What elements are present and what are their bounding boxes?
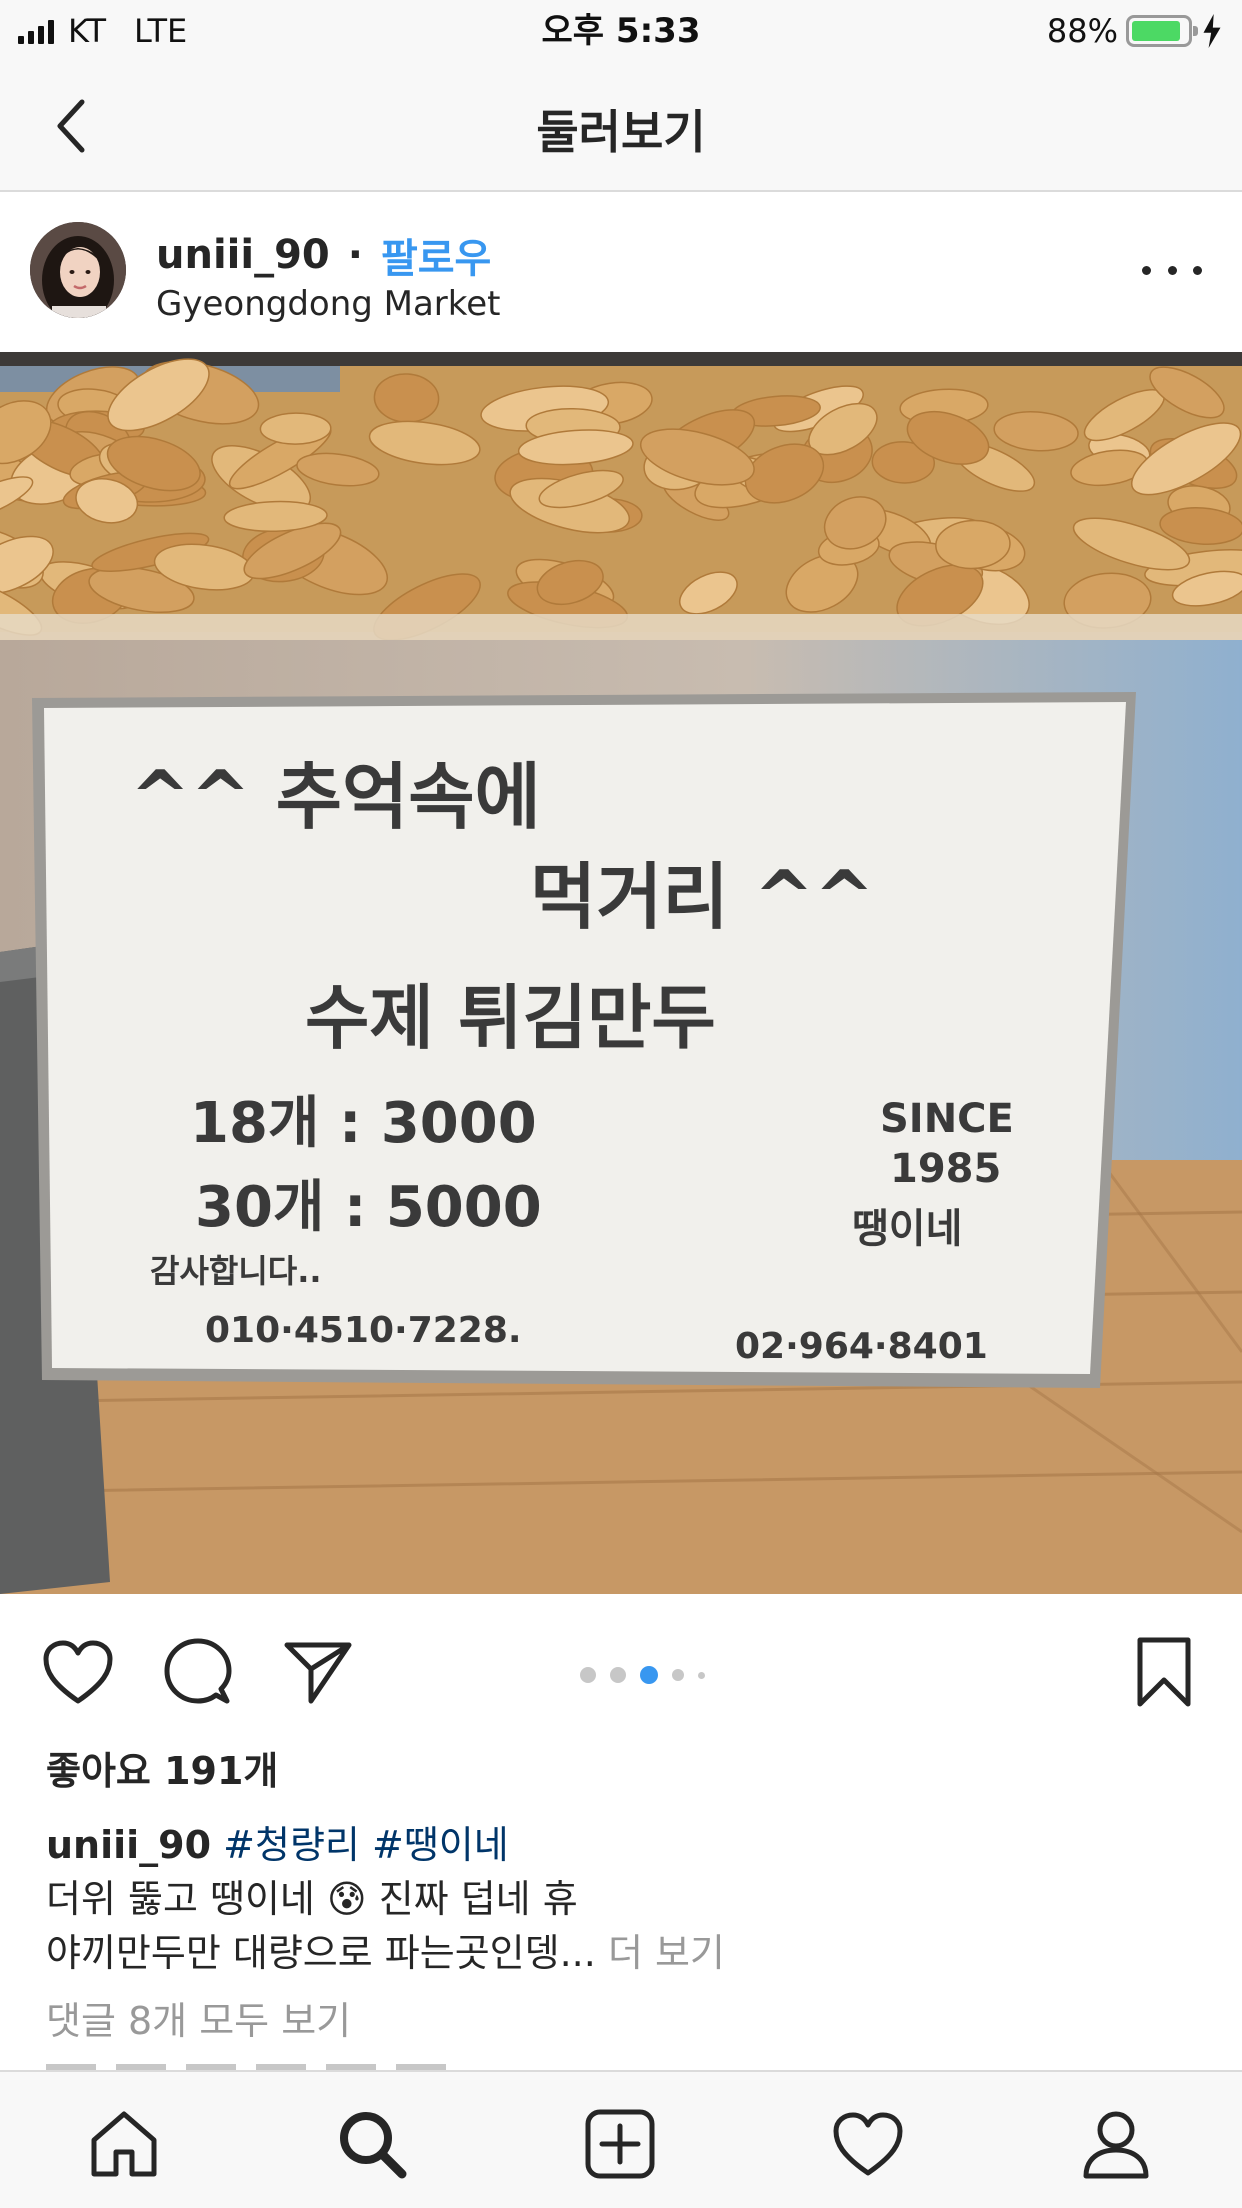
carousel-indicator [580, 1666, 705, 1684]
status-right: 88% [1047, 10, 1224, 52]
profile-icon [1083, 2111, 1149, 2179]
navigation-bar: 둘러보기 [0, 62, 1242, 192]
home-icon [91, 2111, 157, 2177]
add-post-icon [585, 2109, 655, 2179]
sign-line-3: 수제 튀김만두 [305, 977, 716, 1059]
separator-dot: · [347, 232, 363, 278]
save-button[interactable] [1122, 1630, 1206, 1714]
search-icon [340, 2112, 407, 2179]
sign-line-2: 먹거리 ^^ [530, 855, 874, 939]
tab-activity[interactable] [826, 2102, 910, 2186]
bookmark-icon [1137, 1637, 1191, 1707]
like-button[interactable] [36, 1630, 120, 1714]
likes-count[interactable]: 좋아요 191개 [46, 1740, 278, 1795]
tab-home[interactable] [82, 2102, 166, 2186]
photo-image: ^^ 추억속에 먹거리 ^^ 수제 튀김만두 18개 : 3000 30개 : … [0, 352, 1242, 1594]
post-location[interactable]: Gyeongdong Market [156, 284, 501, 324]
sign-line-10: 010·4510·7228. [205, 1310, 522, 1351]
share-button[interactable] [276, 1630, 360, 1714]
caption-text: 진짜 덥네 휴 [378, 1877, 578, 1921]
comment-bubble-icon [164, 1638, 232, 1704]
avatar-image [30, 222, 126, 318]
ellipsis-icon [1142, 265, 1151, 275]
battery-percent: 88% [1046, 12, 1118, 50]
sign-line-4: 18개 : 3000 [190, 1091, 537, 1156]
post-username[interactable]: uniii_90 [156, 232, 330, 278]
post-photo[interactable]: ^^ 추억속에 먹거리 ^^ 수제 튀김만두 18개 : 3000 30개 : … [0, 352, 1242, 1594]
emoji-sweat-icon: 😰 [326, 1877, 367, 1921]
follow-button[interactable]: 팔로우 [381, 226, 491, 284]
heart-icon [43, 1640, 113, 1704]
carousel-dot [580, 1667, 596, 1683]
charging-bolt-icon [1203, 14, 1221, 48]
comment-button[interactable] [156, 1630, 240, 1714]
caption-line-2: 더위 뚫고 땡이네 😰 진짜 덥네 휴 [46, 1868, 578, 1923]
hashtag-link[interactable]: #청량리 [223, 1823, 360, 1867]
action-bar [0, 1594, 1242, 1744]
hashtag-link[interactable]: #땡이네 [372, 1823, 509, 1867]
sign-line-1: ^^ 추억속에 [130, 755, 541, 839]
tab-search[interactable] [330, 2102, 414, 2186]
status-bar: KT LTE 오후 5:33 88% [0, 0, 1242, 62]
carousel-dot [698, 1671, 705, 1679]
battery-icon [1126, 15, 1198, 47]
sign-line-11: 02·964·8401 [735, 1326, 988, 1367]
sign-line-9: 감사합니다.. [150, 1252, 322, 1290]
username-row: uniii_90 · 팔로우 [156, 226, 491, 284]
sign-line-8: 땡이네 [852, 1206, 962, 1252]
caption-line-1: uniii_90 #청량리 #땡이네 [46, 1814, 509, 1869]
tab-bar [0, 2070, 1242, 2208]
caption-text: 더위 뚫고 땡이네 [46, 1877, 315, 1921]
tab-profile[interactable] [1074, 2102, 1158, 2186]
caption-username[interactable]: uniii_90 [46, 1823, 211, 1867]
more-options-button[interactable] [1142, 252, 1202, 288]
view-all-comments-link[interactable]: 댓글 8개 모두 보기 [46, 1990, 351, 2045]
tab-add-post[interactable] [578, 2102, 662, 2186]
paper-plane-icon [284, 1642, 352, 1704]
caption-text: 야끼만두만 대량으로 파는곳인뎅... [46, 1931, 596, 1975]
post-header: uniii_90 · 팔로우 Gyeongdong Market [0, 192, 1242, 352]
carousel-dot-active [640, 1666, 658, 1684]
sign-line-7: 1985 [890, 1146, 1001, 1192]
carousel-dot [610, 1667, 626, 1683]
caption-line-3: 야끼만두만 대량으로 파는곳인뎅... 더 보기 [46, 1922, 725, 1977]
sign-line-6: SINCE [880, 1096, 1014, 1142]
more-link[interactable]: 더 보기 [608, 1931, 725, 1975]
page-title: 둘러보기 [536, 105, 706, 159]
dumpling-shape [259, 412, 332, 445]
next-content-peek [46, 2062, 446, 2070]
avatar[interactable] [30, 222, 126, 318]
carousel-dot [672, 1669, 684, 1681]
activity-heart-icon [833, 2112, 903, 2176]
sign-line-5: 30개 : 5000 [195, 1175, 542, 1240]
